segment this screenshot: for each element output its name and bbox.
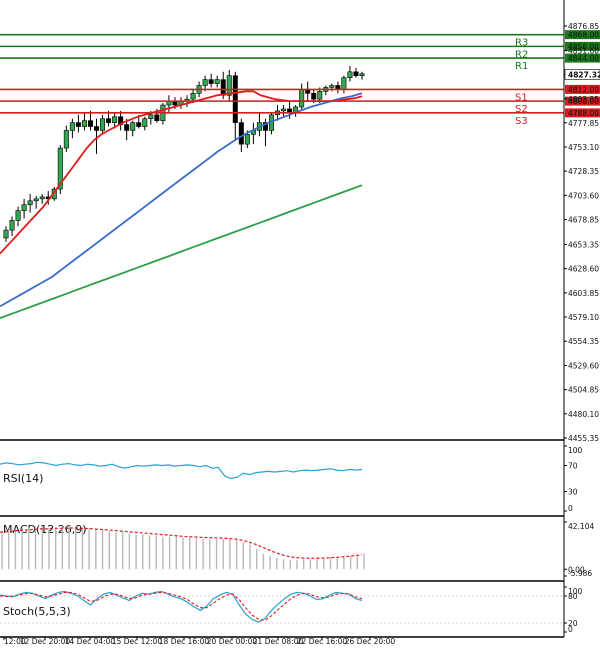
price-tick-label: 4678.85 xyxy=(568,216,599,225)
rsi-title: RSI(14) xyxy=(3,472,43,485)
price-tick-label: 4653.35 xyxy=(568,240,599,249)
macd-tick-label: 42.104 xyxy=(568,522,594,531)
candle-body xyxy=(214,79,220,84)
candle-body xyxy=(27,200,33,206)
time-tick-label: 12 Dec 20:00 xyxy=(20,637,71,646)
candle-body xyxy=(15,210,21,221)
rsi-tick-label: 0 xyxy=(568,504,573,513)
chart-canvas: R34868.00R24856.00R14844.00S14812.00S248… xyxy=(0,0,600,654)
candle-body xyxy=(208,79,214,84)
macd-tick-label: -5.986 xyxy=(568,569,592,578)
price-tick-label: 4480.10 xyxy=(568,410,599,419)
level-value-s3: 4788.00 xyxy=(568,109,599,118)
price-tick-label: 4603.85 xyxy=(568,289,599,298)
time-tick-label: 20 Dec 00:00 xyxy=(207,637,258,646)
candle-body xyxy=(341,77,347,90)
candle-body xyxy=(226,75,232,96)
time-axis: 12:0012 Dec 20:0014 Dec 04:0015 Dec 12:0… xyxy=(3,637,396,646)
price-tick-label: 4728.35 xyxy=(568,167,599,176)
candle-body xyxy=(100,118,106,131)
time-tick-label: 22 Dec 16:00 xyxy=(297,637,348,646)
candle-body xyxy=(69,122,75,131)
candle-body xyxy=(317,91,323,100)
candle-body xyxy=(21,204,27,211)
candle-body xyxy=(202,79,208,86)
candle-body xyxy=(220,79,226,96)
candle-body xyxy=(3,229,9,239)
price-tick-label: 4876.85 xyxy=(568,22,599,31)
price-tick-label: 4703.60 xyxy=(568,191,599,200)
candle-body xyxy=(81,120,87,127)
candle-body xyxy=(244,134,250,145)
rsi-tick-label: 70 xyxy=(568,462,578,471)
candle-body xyxy=(190,92,196,100)
candle-body xyxy=(299,89,305,108)
candle-body xyxy=(232,75,238,123)
price-tick-label: 4504.85 xyxy=(568,386,599,395)
candle-body xyxy=(63,130,69,149)
candle-body xyxy=(347,71,353,78)
stoch-tick-label: 80 xyxy=(568,592,578,601)
price-tick-label: 4777.85 xyxy=(568,119,599,128)
candle-body xyxy=(311,92,317,100)
candle-body xyxy=(94,126,100,131)
rsi-tick-label: 100 xyxy=(568,446,583,455)
level-name-s3: S3 xyxy=(515,116,528,127)
candle-body xyxy=(124,124,130,131)
candle-body xyxy=(130,122,136,131)
price-tick-label: 4802.35 xyxy=(568,95,599,104)
candle-body xyxy=(9,220,15,231)
price-tick-label: 4579.10 xyxy=(568,313,599,322)
price-tick-label: 4529.60 xyxy=(568,361,599,370)
candle-body xyxy=(142,118,148,127)
stoch-tick-label: 0 xyxy=(568,625,573,634)
candle-body xyxy=(33,198,39,202)
price-tick-label: 4628.60 xyxy=(568,265,599,274)
candle-body xyxy=(75,122,81,127)
candle-body xyxy=(136,122,142,127)
current-price-label: 4827.32 xyxy=(568,70,600,79)
level-name-r1: R1 xyxy=(515,61,528,72)
time-tick-label: 14 Dec 04:00 xyxy=(65,637,116,646)
price-tick-label: 4455.35 xyxy=(568,434,599,443)
candle-body xyxy=(329,85,335,88)
price-tick-label: 4851.60 xyxy=(568,47,599,56)
candle-body xyxy=(87,120,93,127)
stoch-title: Stoch(5,5,3) xyxy=(3,605,71,618)
level-value-r3: 4868.00 xyxy=(568,31,599,40)
price-tick-label: 4753.10 xyxy=(568,143,599,152)
rsi-tick-label: 30 xyxy=(568,488,578,497)
level-value-s1: 4812.00 xyxy=(568,85,599,94)
candle-body xyxy=(106,118,112,123)
candle-body xyxy=(238,122,244,145)
candle-body xyxy=(148,114,154,120)
time-tick-label: 18 Dec 16:00 xyxy=(159,637,210,646)
candle-body xyxy=(112,116,118,123)
candle-body xyxy=(359,73,365,77)
time-tick-label: 26 Dec 20:00 xyxy=(345,637,396,646)
price-tick-label: 4554.35 xyxy=(568,337,599,346)
time-tick-label: 15 Dec 12:00 xyxy=(112,637,163,646)
candle-body xyxy=(154,114,160,121)
candle-body xyxy=(281,108,287,112)
candle-body xyxy=(353,71,359,77)
candle-body xyxy=(39,196,45,200)
